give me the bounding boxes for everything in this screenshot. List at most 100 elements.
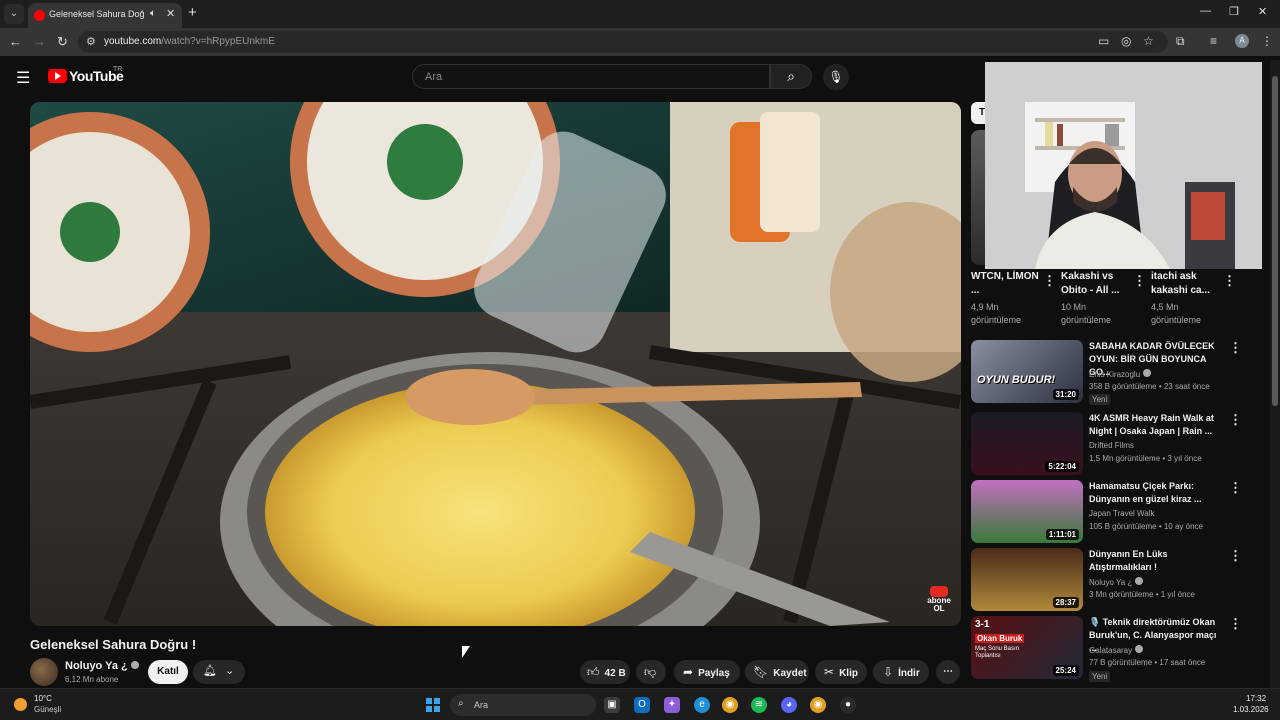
reload-icon[interactable]: ↻ bbox=[57, 34, 68, 50]
channel-name[interactable]: Noluyo Ya ¿ bbox=[65, 660, 139, 672]
video-menu-icon[interactable]: ⋮ bbox=[1229, 412, 1242, 428]
minimize-icon[interactable]: — bbox=[1200, 5, 1211, 17]
save-button[interactable]: 🔖︎ Kaydet bbox=[745, 660, 809, 684]
video-menu-icon[interactable]: ⋮ bbox=[1229, 548, 1242, 564]
clip-button[interactable]: ✂︎ Klip bbox=[815, 660, 867, 684]
close-tab-icon[interactable]: ✕ bbox=[166, 7, 175, 20]
speaker-icon[interactable]: 🔈︎ bbox=[150, 8, 156, 19]
browser-tab-active[interactable]: Geleneksel Sahura Doğru ! 🔈︎ ✕ bbox=[28, 3, 182, 28]
video-menu-icon[interactable]: ⋮ bbox=[1229, 340, 1242, 356]
video-meta: 1,5 Mn görüntüleme • 3 yıl önce bbox=[1089, 454, 1202, 463]
video-menu-icon[interactable]: ⋮ bbox=[1229, 480, 1242, 496]
scissors-icon: ✂︎ bbox=[824, 665, 835, 679]
search-button[interactable]: ⌕ bbox=[770, 64, 812, 89]
chrome-icon[interactable]: ◉ bbox=[722, 697, 738, 713]
video-title-link[interactable]: 4K ASMR Heavy Rain Walk at Night | Osaka… bbox=[1089, 412, 1224, 438]
search-input[interactable]: Ara bbox=[412, 64, 770, 89]
search-icon: ⌕ bbox=[458, 698, 464, 709]
edge-icon[interactable]: e bbox=[694, 697, 710, 713]
video-thumbnail[interactable]: OYUN BUDUR! 31:20 bbox=[971, 340, 1083, 403]
site-info-icon[interactable]: ⚙︎ bbox=[86, 35, 96, 48]
spotify-icon[interactable]: ≋ bbox=[751, 697, 767, 713]
short-menu-icon[interactable]: ⋮ bbox=[1223, 273, 1236, 289]
like-button[interactable]: 👍︎ 42 B bbox=[580, 660, 630, 684]
short-title[interactable]: Kakashi vs Obito - All ... bbox=[1061, 270, 1129, 298]
video-thumbnail[interactable]: 3-1 Okan Buruk Maç Sonu Basın Toplantısı… bbox=[971, 616, 1083, 679]
download-button[interactable]: ⇩ İndir bbox=[873, 660, 929, 684]
video-channel-text: Noluyo Ya ¿ bbox=[1089, 578, 1133, 587]
video-channel[interactable]: Drifted Films bbox=[1089, 441, 1134, 450]
video-menu-icon[interactable]: ⋮ bbox=[1229, 616, 1242, 632]
subscribe-watermark[interactable]: abone OL bbox=[926, 586, 952, 613]
clock-time[interactable]: 17:32 bbox=[1246, 694, 1266, 703]
url-text: youtube.com/watch?v=hRpypEUnkmE bbox=[104, 36, 275, 47]
video-title-link[interactable]: Hamamatsu Çiçek Parkı: Dünyanın en güzel… bbox=[1089, 480, 1224, 506]
taskbar-search[interactable]: ⌕ Ara bbox=[450, 694, 596, 716]
windows-start-icon[interactable] bbox=[426, 698, 440, 712]
clock-date[interactable]: 1.03.2026 bbox=[1233, 705, 1269, 714]
page-scrollbar[interactable] bbox=[1270, 60, 1280, 688]
bookmark-star-icon[interactable]: ☆ bbox=[1143, 34, 1154, 48]
back-icon[interactable]: ← bbox=[9, 34, 22, 49]
video-channel[interactable]: Noluyo Ya ¿ bbox=[1089, 577, 1144, 587]
cast-icon[interactable]: ▭ bbox=[1098, 34, 1109, 48]
sidebar-chip[interactable]: T bbox=[971, 102, 985, 124]
short-title[interactable]: WTCN, LİMON ... bbox=[971, 270, 1039, 298]
sun-icon[interactable] bbox=[14, 698, 27, 711]
media-controls-icon[interactable]: ≡ bbox=[1210, 34, 1217, 48]
video-title-link[interactable]: Dünyanın En Lüks Atıştırmalıkları ! bbox=[1089, 548, 1224, 574]
notification-button[interactable]: 🔔︎ ⌄ bbox=[193, 660, 245, 684]
share-button[interactable]: ➦ Paylaş bbox=[674, 660, 740, 684]
voice-search-button[interactable]: 🎙︎ bbox=[823, 64, 849, 90]
browser-menu-icon[interactable]: ⋮ bbox=[1261, 34, 1273, 48]
weather-temperature[interactable]: 10°C bbox=[34, 694, 52, 703]
close-window-icon[interactable]: ✕ bbox=[1258, 5, 1267, 18]
restore-icon[interactable]: ❐ bbox=[1229, 5, 1239, 18]
channel-avatar[interactable] bbox=[30, 658, 58, 686]
bell-icon: 🔔︎ bbox=[203, 665, 217, 677]
address-bar[interactable]: ⚙︎ youtube.com/watch?v=hRpypEUnkmE bbox=[78, 31, 1168, 53]
task-view-icon[interactable]: ▣ bbox=[604, 697, 620, 713]
video-duration: 31:20 bbox=[1052, 389, 1079, 400]
youtube-logo-icon[interactable] bbox=[48, 69, 67, 83]
tab-search-chevron-icon[interactable]: ⌄ bbox=[4, 4, 24, 24]
app-icon[interactable]: ● bbox=[840, 697, 856, 713]
new-badge: Yeni bbox=[1089, 671, 1111, 682]
video-channel[interactable]: Enis Kirazoglu bbox=[1089, 369, 1152, 379]
forward-icon[interactable]: → bbox=[33, 34, 46, 49]
country-code: TR bbox=[113, 66, 123, 73]
video-player[interactable] bbox=[30, 102, 961, 626]
video-duration: 28:37 bbox=[1052, 597, 1079, 608]
address-toolbar: ← → ↻ ⚙︎ youtube.com/watch?v=hRpypEUnkmE… bbox=[0, 28, 1280, 56]
more-actions-button[interactable]: ⋯ bbox=[936, 660, 960, 684]
join-button[interactable]: Katıl bbox=[148, 660, 188, 684]
new-badge: Yeni bbox=[1089, 394, 1111, 405]
thumbnail-caption: Maç Sonu Basın Toplantısı bbox=[975, 646, 1020, 659]
extensions-icon[interactable]: ⧉ bbox=[1176, 34, 1185, 49]
video-channel-text: Galatasaray bbox=[1089, 646, 1133, 655]
video-channel[interactable]: Galatasaray bbox=[1089, 645, 1144, 655]
new-tab-icon[interactable]: + bbox=[188, 4, 197, 21]
short-title[interactable]: itachi ask kakashi ca... bbox=[1151, 270, 1219, 298]
hide-icon[interactable]: ◎ bbox=[1121, 34, 1131, 48]
verified-icon bbox=[1143, 369, 1152, 377]
dislike-button[interactable]: 👎︎ bbox=[636, 660, 666, 684]
profile-avatar[interactable]: A bbox=[1235, 34, 1249, 48]
scrollbar-thumb[interactable] bbox=[1272, 76, 1278, 406]
video-thumbnail[interactable]: 1:11:01 bbox=[971, 480, 1083, 543]
short-menu-icon[interactable]: ⋮ bbox=[1043, 273, 1056, 289]
short-views: 4,9 Mn görüntüleme bbox=[971, 302, 1022, 325]
chrome-active-icon[interactable]: ◉ bbox=[810, 697, 826, 713]
outlook-icon[interactable]: O bbox=[634, 697, 650, 713]
copilot-icon[interactable]: ✦ bbox=[664, 697, 680, 713]
video-thumbnail[interactable]: 28:37 bbox=[971, 548, 1083, 611]
video-channel[interactable]: Japan Travel Walk bbox=[1089, 509, 1155, 518]
weather-description[interactable]: Güneşli bbox=[34, 705, 61, 714]
mouse-cursor-icon bbox=[462, 646, 470, 658]
discord-icon[interactable]: ◕ bbox=[781, 697, 797, 713]
short-menu-icon[interactable]: ⋮ bbox=[1133, 273, 1146, 289]
video-thumbnail[interactable]: 5:22:04 bbox=[971, 412, 1083, 475]
hamburger-menu-icon[interactable]: ☰ bbox=[16, 68, 30, 88]
like-count: 42 B bbox=[604, 668, 626, 679]
short-views: 10 Mn görüntüleme bbox=[1061, 302, 1112, 325]
